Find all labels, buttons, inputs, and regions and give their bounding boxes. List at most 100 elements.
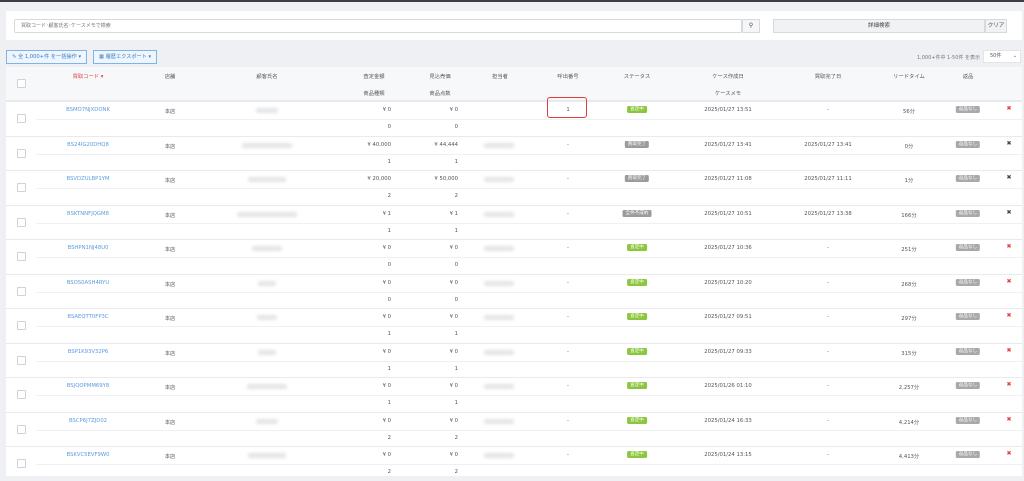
purchase-code-link[interactable]: BSKVC5EVF9W0 (66, 452, 109, 458)
page-size-select[interactable]: 50件 ⌄ (983, 50, 1021, 63)
purchase-code-link[interactable]: BSMO7NJXDONK (66, 107, 110, 113)
store-name: 本店 (164, 350, 176, 357)
export-label: 履歴エクスポート ▾ (105, 54, 152, 60)
purchase-code-link[interactable]: BSOS0ASH4RYU (67, 280, 110, 286)
search-input[interactable] (14, 19, 742, 33)
detail-search-button[interactable]: 詳細検索 (773, 19, 985, 33)
row-checkbox[interactable] (17, 286, 26, 296)
delete-icon[interactable]: ✖ (1006, 209, 1011, 216)
table-row[interactable]: BSVDZULBP1YM 本店 ¥ 20,000 2 ¥ 50,000 2 - … (6, 170, 1022, 205)
table-row[interactable]: BSKTNNFJQGM8 本店 ¥ 1 1 ¥ 1 1 - 全件不成約 2025… (6, 204, 1022, 240)
delete-icon[interactable]: ✖ (1006, 450, 1011, 457)
status-badge: 買取完了 (624, 175, 650, 182)
row-checkbox[interactable] (17, 390, 26, 399)
expected-price: ¥ 0 (449, 107, 458, 113)
customer-name-redacted (248, 453, 286, 458)
status-badge: 買取完了 (624, 140, 650, 148)
call-number: - (567, 279, 569, 286)
lead-time: 251分 (901, 247, 917, 253)
row-checkbox[interactable] (17, 114, 26, 123)
delete-icon[interactable]: ✖ (1006, 243, 1011, 250)
item-count: 2 (454, 434, 458, 441)
delete-icon[interactable]: ✖ (1006, 140, 1011, 147)
lead-time: 315分 (901, 350, 917, 357)
header-code[interactable]: 買取コード ▾ (73, 72, 104, 80)
created-date: 2025/01/27 13:51 (704, 107, 752, 113)
item-count: 1 (454, 400, 458, 406)
appraisal-amount: ¥ 0 (382, 417, 391, 424)
header-lead-time: リードタイム (893, 74, 925, 80)
customer-name-redacted (256, 418, 278, 424)
table-row[interactable]: BSAEQTT0FP3C 本店 ¥ 0 1 ¥ 0 1 - 査定中 2025/0… (6, 308, 1022, 343)
table-row[interactable]: BSP1K93V32P6 本店 ¥ 0 1 ¥ 0 1 - 査定中 2025/0… (6, 342, 1022, 378)
item-types: 1 (387, 158, 391, 165)
search-icon: ⚲ (748, 22, 754, 29)
table-row[interactable]: BSMO7NJXDONK 本店 ¥ 0 0 ¥ 0 0 1 査定中 2025/0… (6, 101, 1022, 136)
store-name: 本店 (164, 212, 176, 219)
status-badge: 査定中 (627, 278, 647, 286)
header-customer: 顧客氏名 (256, 74, 278, 80)
table-row[interactable]: BSKVC5EVF9W0 本店 ¥ 0 2 ¥ 0 2 - 査定中 2025/0… (6, 446, 1022, 481)
item-types: 2 (387, 469, 391, 475)
call-number: - (567, 452, 569, 458)
delete-icon[interactable]: ✖ (1006, 416, 1011, 423)
purchase-code-link[interactable]: BSJQOPMM69Y8 (67, 383, 109, 389)
purchase-code-link[interactable]: BSAEQTT0FP3C (67, 314, 108, 320)
header-item-count: 商品点数 (429, 91, 451, 97)
staff-redacted (484, 453, 514, 458)
delete-icon[interactable]: ✖ (1006, 312, 1011, 319)
row-checkbox[interactable] (17, 252, 26, 261)
table-row[interactable]: BSOS0ASH4RYU 本店 ¥ 0 0 ¥ 0 0 - 査定中 2025/0… (6, 273, 1022, 309)
lead-time: 2,257分 (898, 385, 920, 391)
purchase-code-link[interactable]: BSVDZULBP1YM (66, 176, 109, 182)
lead-time: 4,214分 (898, 419, 920, 426)
table-row[interactable]: BS24IG20DHQ8 本店 ¥ 40,000 1 ¥ 44,444 1 - … (6, 135, 1022, 171)
search-button[interactable]: ⚲ (742, 19, 760, 33)
expected-price: ¥ 0 (449, 417, 458, 424)
select-all-checkbox[interactable] (17, 79, 26, 88)
table-row[interactable]: BSCP6J7ZJD02 本店 ¥ 0 2 ¥ 0 2 - 査定中 2025/0… (6, 411, 1022, 447)
purchase-code-link[interactable]: BSHPN1NJ48U0 (68, 245, 109, 251)
row-checkbox[interactable] (17, 321, 26, 330)
purchase-code-link[interactable]: BSCP6J7ZJD02 (69, 418, 107, 424)
delete-icon[interactable]: ✖ (1006, 105, 1011, 112)
customer-name-redacted (257, 315, 277, 320)
chevron-down-icon: ⌄ (1012, 53, 1017, 59)
row-checkbox[interactable] (17, 183, 26, 192)
returns-badge: 返品なし (955, 209, 981, 217)
item-count: 0 (454, 124, 458, 130)
item-count: 1 (454, 365, 458, 372)
status-badge: 査定中 (627, 313, 647, 320)
purchase-code-link[interactable]: BS24IG20DHQ8 (67, 142, 109, 148)
export-button[interactable]: ▦ 履歴エクスポート ▾ (93, 50, 158, 64)
table-row[interactable]: BSHPN1NJ48U0 本店 ¥ 0 0 ¥ 0 0 - 査定中 2025/0… (6, 239, 1022, 274)
customer-name-redacted (248, 177, 286, 182)
clear-button[interactable]: クリア (985, 19, 1007, 33)
row-divider (36, 119, 1022, 120)
returns-badge: 返品なし (955, 106, 981, 113)
delete-icon[interactable]: ✖ (1006, 347, 1011, 354)
row-checkbox[interactable] (17, 459, 26, 468)
row-checkbox[interactable] (17, 148, 26, 158)
status-badge: 査定中 (627, 382, 647, 389)
bulk-action-button[interactable]: ✎ 全 1,000+件 を一括操作 ▾ (6, 50, 88, 64)
item-count: 1 (454, 227, 458, 234)
completed-date: - (827, 452, 829, 458)
row-checkbox[interactable] (17, 217, 26, 227)
created-date: 2025/01/27 10:20 (704, 279, 752, 286)
row-checkbox[interactable] (17, 355, 26, 365)
returns-badge: 返品なし (955, 278, 981, 286)
delete-icon[interactable]: ✖ (1006, 174, 1011, 181)
row-divider (36, 429, 1022, 431)
delete-icon[interactable]: ✖ (1006, 278, 1011, 285)
purchase-code-link[interactable]: BSKTNNFJQGM8 (67, 211, 109, 217)
top-bar (0, 0, 1024, 2)
created-date: 2025/01/27 09:51 (704, 314, 752, 320)
appraisal-amount: ¥ 0 (382, 314, 391, 320)
delete-icon[interactable]: ✖ (1006, 381, 1011, 388)
row-checkbox[interactable] (17, 424, 26, 434)
table-row[interactable]: BSJQOPMM69Y8 本店 ¥ 0 1 ¥ 0 1 - 査定中 2025/0… (6, 377, 1022, 412)
purchase-code-link[interactable]: BSP1K93V32P6 (68, 349, 109, 355)
store-name: 本店 (164, 143, 176, 150)
row-divider (36, 188, 1022, 189)
